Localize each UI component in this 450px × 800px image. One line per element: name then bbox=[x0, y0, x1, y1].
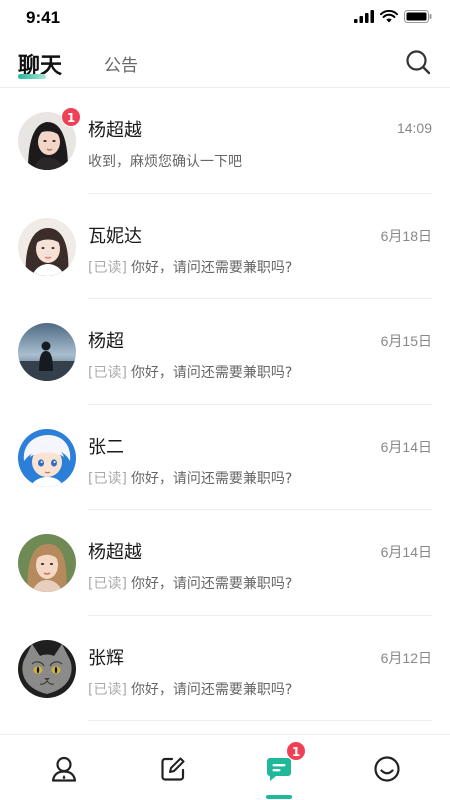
contacts-icon bbox=[51, 756, 77, 782]
message-time: 14:09 bbox=[396, 120, 432, 136]
divider bbox=[88, 720, 432, 721]
status-icons bbox=[354, 10, 432, 23]
signal-icon bbox=[354, 10, 374, 23]
message-preview: [已读] 你好，请问还需要兼职吗? bbox=[88, 362, 292, 382]
message-time: 6月12日 bbox=[380, 649, 432, 666]
conversation-item[interactable]: 杨超越 6月14日 [已读] 你好，请问还需要兼职吗? bbox=[0, 510, 450, 616]
smiley-icon bbox=[374, 756, 400, 782]
message-text: 收到，麻烦您确认一下吧 bbox=[88, 154, 242, 170]
read-status: [已读] bbox=[88, 259, 127, 276]
conversation-item[interactable]: 1 杨超越 14:09 收到，麻烦您确认一下吧 bbox=[0, 88, 450, 194]
active-tab-indicator bbox=[18, 74, 46, 79]
conversation-list: 1 杨超越 14:09 收到，麻烦您确认一下吧 瓦妮达 6月18日 [已读] 你好… bbox=[0, 88, 450, 734]
contact-name: 杨超越 bbox=[88, 120, 142, 141]
read-status: [已读] bbox=[88, 576, 127, 592]
conversation-item[interactable]: 张辉 6月12日 [已读] 你好，请问还需要兼职吗? bbox=[0, 616, 450, 721]
avatar bbox=[18, 323, 76, 381]
message-text: 你好，请问还需要兼职吗? bbox=[130, 470, 293, 487]
message-time: 6月14日 bbox=[380, 438, 432, 455]
contact-name: 张二 bbox=[88, 436, 124, 458]
message-preview: 收到，麻烦您确认一下吧 bbox=[88, 151, 242, 171]
contact-name: 杨超越 bbox=[88, 542, 142, 563]
status-bar: 9:41 bbox=[0, 0, 450, 36]
messages-badge: 1 bbox=[286, 741, 306, 761]
edit-icon bbox=[161, 757, 185, 781]
avatar bbox=[18, 428, 76, 487]
message-preview: [已读] 你好，请问还需要兼职吗? bbox=[88, 573, 292, 593]
read-status: [已读] bbox=[88, 681, 127, 698]
message-text: 你好，请问还需要兼职吗? bbox=[130, 259, 293, 276]
avatar bbox=[18, 217, 76, 276]
search-icon bbox=[406, 50, 431, 75]
contact-name: 瓦妮达 bbox=[88, 225, 142, 247]
wifi-icon bbox=[380, 10, 398, 23]
message-time: 6月15日 bbox=[380, 333, 432, 349]
active-tab-indicator bbox=[266, 795, 292, 799]
unread-badge: 1 bbox=[61, 107, 81, 127]
status-time: 9:41 bbox=[26, 8, 61, 27]
tab-contacts[interactable] bbox=[46, 751, 82, 787]
bottom-tab-bar: 1 bbox=[0, 734, 450, 800]
conversation-item[interactable]: 杨超 6月15日 [已读] 你好，请问还需要兼职吗? bbox=[0, 299, 450, 405]
message-preview: [已读] 你好，请问还需要兼职吗? bbox=[88, 257, 292, 277]
contact-name: 张辉 bbox=[88, 647, 124, 669]
tab-edit[interactable] bbox=[155, 751, 191, 787]
conversation-item[interactable]: 张二 6月14日 [已读] 你好，请问还需要兼职吗? bbox=[0, 405, 450, 510]
read-status: [已读] bbox=[88, 365, 127, 381]
tab-profile[interactable] bbox=[369, 751, 405, 787]
avatar bbox=[18, 639, 76, 698]
message-text: 你好，请问还需要兼职吗? bbox=[130, 365, 293, 381]
message-text: 你好，请问还需要兼职吗? bbox=[130, 576, 293, 592]
tab-notice[interactable]: 公告 bbox=[104, 51, 138, 76]
message-text: 你好，请问还需要兼职吗? bbox=[130, 681, 293, 698]
message-preview: [已读] 你好，请问还需要兼职吗? bbox=[88, 679, 292, 699]
conversation-item[interactable]: 瓦妮达 6月18日 [已读] 你好，请问还需要兼职吗? bbox=[0, 194, 450, 299]
read-status: [已读] bbox=[88, 470, 127, 487]
search-button[interactable] bbox=[404, 48, 432, 76]
header: 聊天 公告 bbox=[0, 36, 450, 88]
battery-icon bbox=[404, 10, 432, 23]
message-time: 6月14日 bbox=[380, 544, 432, 560]
message-time: 6月18日 bbox=[380, 227, 432, 244]
contact-name: 杨超 bbox=[88, 331, 124, 352]
message-preview: [已读] 你好，请问还需要兼职吗? bbox=[88, 468, 292, 488]
avatar bbox=[18, 534, 76, 592]
